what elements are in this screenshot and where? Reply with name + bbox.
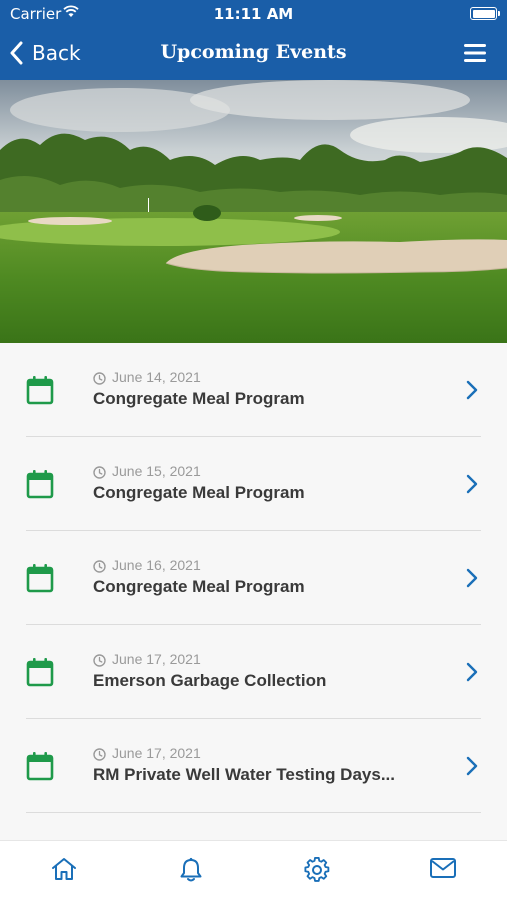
chevron-right-icon [466,756,478,776]
chevron-right-icon [466,568,478,588]
clock-icon [93,748,106,761]
clock-icon [93,466,106,479]
event-row[interactable]: June 17, 2021 RM Private Well Water Test… [0,719,507,813]
status-time: 11:11 AM [213,5,294,23]
bell-icon [180,857,202,882]
calendar-icon [26,658,54,687]
chevron-right-icon [466,474,478,494]
status-bar: Carrier 11:11 AM [0,0,507,28]
gear-icon [304,857,330,882]
event-row[interactable]: June 14, 2021 Congregate Meal Program [0,343,507,437]
event-row[interactable]: June 16, 2021 Congregate Meal Program [0,531,507,625]
event-name: RM Private Well Water Testing Days... [93,765,395,784]
event-row[interactable]: June 17, 2021 Emerson Garbage Collection [0,625,507,719]
calendar-icon [26,470,54,499]
tab-bar [0,840,507,900]
clock-icon [93,654,106,667]
nav-bar: Back Upcoming Events [0,28,507,80]
chevron-right-icon [466,662,478,682]
event-name: Congregate Meal Program [93,483,305,502]
event-date: June 16, 2021 [112,557,201,573]
event-name: Congregate Meal Program [93,577,305,596]
event-date: June 14, 2021 [112,369,201,385]
events-list: June 14, 2021 Congregate Meal Program Ju… [0,343,507,840]
event-name: Emerson Garbage Collection [93,671,327,690]
hero-image [0,80,507,343]
home-icon [52,858,76,880]
divider [26,812,481,813]
mail-icon [430,858,456,878]
calendar-icon [26,752,54,781]
event-date: June 17, 2021 [112,745,201,761]
clock-icon [93,372,106,385]
event-name: Congregate Meal Program [93,389,305,408]
event-date: June 15, 2021 [112,463,201,479]
tab-settings[interactable] [297,857,337,887]
battery-icon [470,7,500,20]
page-title: Upcoming Events [160,41,347,63]
event-row[interactable]: June 15, 2021 Congregate Meal Program [0,437,507,531]
tab-notifications[interactable] [171,857,211,887]
calendar-icon [26,376,54,405]
tab-home[interactable] [44,857,84,887]
event-date: June 17, 2021 [112,651,201,667]
tab-messages[interactable] [423,857,463,887]
chevron-right-icon [466,380,478,400]
clock-icon [93,560,106,573]
menu-icon[interactable] [463,42,487,64]
calendar-icon [26,564,54,593]
